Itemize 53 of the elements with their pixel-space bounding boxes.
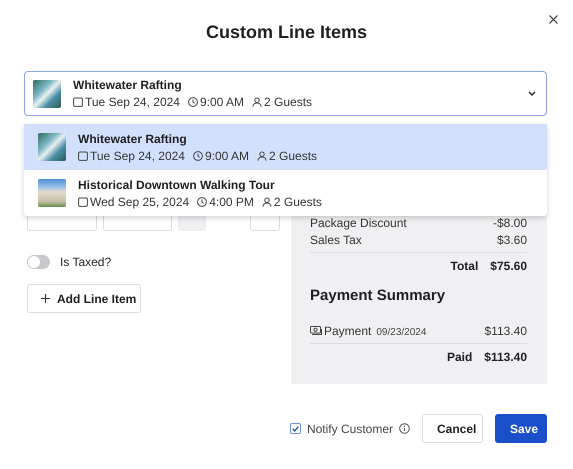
calendar-icon — [78, 150, 88, 160]
payment-summary-heading: Payment Summary — [310, 287, 446, 304]
tour-name: Whitewater Rafting — [78, 132, 188, 146]
plus-icon — [41, 294, 50, 303]
cash-icon — [310, 326, 322, 334]
tour-time: 9:00 AM — [200, 95, 244, 109]
line-amount: -$8.00 — [492, 216, 527, 230]
chevron-down-icon — [528, 91, 536, 96]
toggle-label: Is Taxed? — [60, 255, 112, 269]
tour-time: 4:00 PM — [209, 194, 254, 208]
clock-icon — [192, 150, 203, 160]
payment-date: 09/23/2024 — [376, 326, 426, 338]
notify-checkbox[interactable] — [290, 423, 301, 434]
toggle-switch[interactable] — [27, 255, 50, 269]
line-label: Package Discount — [310, 216, 407, 230]
dropdown-option[interactable]: Historical Downtown Walking Tour Wed Sep 25, 2024 4:00 PM 2 Guests — [24, 170, 547, 216]
dialog-title: Custom Line Items — [206, 22, 368, 43]
guest-count: 2 Guests — [264, 95, 312, 109]
paid-amount: $113.40 — [484, 350, 527, 364]
tour-name: Historical Downtown Walking Tour — [78, 178, 276, 192]
clock-icon — [188, 97, 198, 107]
tour-date: Wed Sep 25, 2024 — [90, 194, 190, 208]
line-label: Sales Tax — [310, 232, 362, 246]
person-icon — [257, 150, 267, 160]
tour-date: Tue Sep 24, 2024 — [85, 95, 180, 109]
photo-placeholder — [33, 80, 61, 108]
save-button[interactable]: Save — [495, 414, 547, 443]
clock-icon — [197, 196, 208, 206]
line-amount: $3.60 — [496, 232, 527, 246]
close-icon[interactable] — [549, 15, 558, 24]
cancel-button[interactable]: Cancel — [422, 414, 483, 443]
notify-label: Notify Customer — [306, 422, 393, 436]
calendar-icon — [78, 196, 88, 206]
dropdown-option[interactable]: Whitewater Rafting Tue Sep 24, 2024 9:00 AM 2 Guests — [24, 124, 547, 170]
tour-name: Whitewater Rafting — [73, 78, 183, 92]
calendar-icon — [73, 97, 83, 107]
paid-label: Paid — [446, 350, 472, 364]
tour-time: 9:00 AM — [204, 148, 249, 162]
person-icon — [252, 97, 262, 107]
payment-label: Payment — [324, 324, 372, 338]
total-label: Total — [450, 259, 478, 273]
add-line-item-button[interactable]: Add Line Item — [27, 284, 141, 313]
payment-amount: $113.40 — [484, 324, 527, 338]
info-icon — [399, 423, 410, 434]
total-amount: $75.60 — [490, 259, 527, 273]
tour-date: Tue Sep 24, 2024 — [90, 148, 185, 162]
photo-placeholder — [38, 179, 66, 207]
checkmark-icon — [292, 426, 299, 432]
tour-select[interactable]: Whitewater Rafting Tue Sep 24, 2024 9:00 AM 2 Guests — [24, 71, 547, 116]
guest-count: 2 Guests — [274, 194, 322, 208]
guest-count: 2 Guests — [269, 148, 318, 162]
person-icon — [262, 196, 272, 206]
photo-placeholder — [38, 133, 66, 161]
